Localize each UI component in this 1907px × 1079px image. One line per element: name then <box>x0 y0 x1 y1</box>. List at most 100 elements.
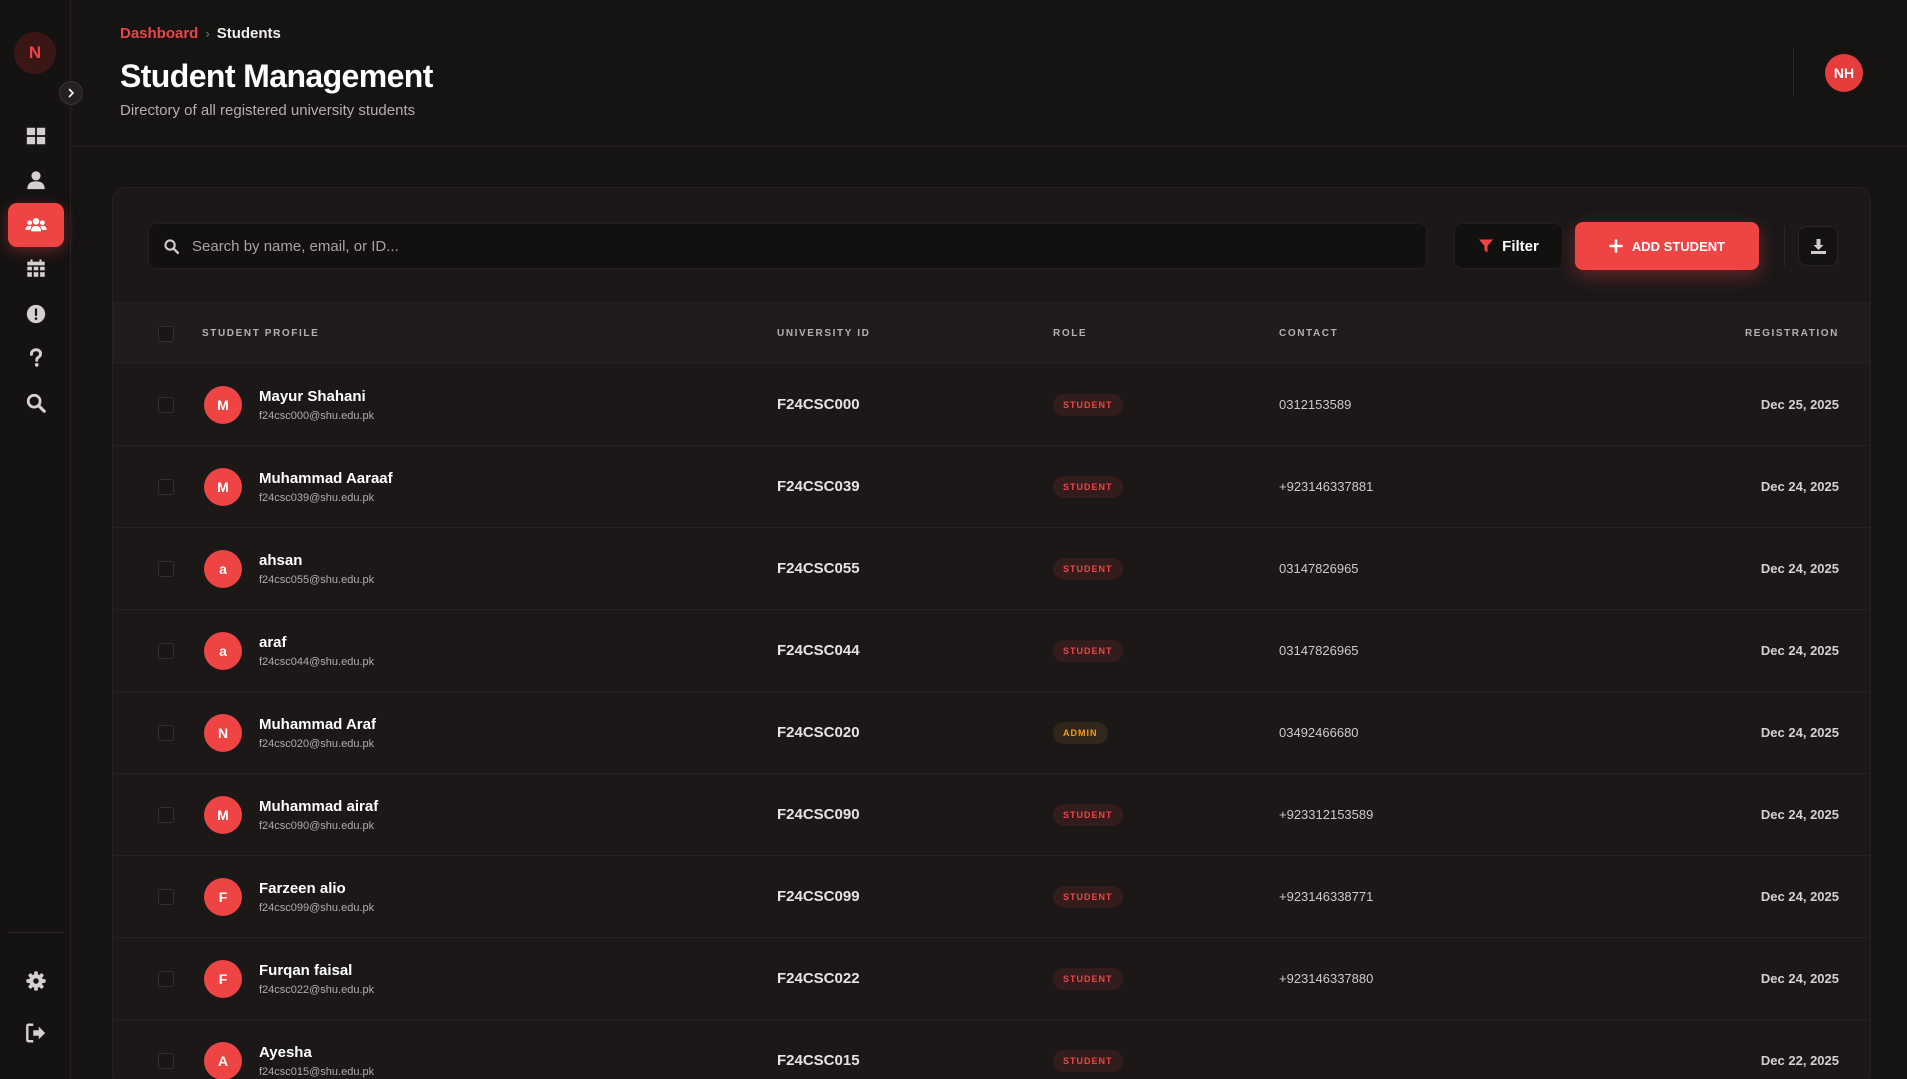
student-name[interactable]: Muhammad Aaraaf <box>259 470 393 487</box>
table-row[interactable]: a ahsan f24csc055@shu.edu.pk F24CSC055 S… <box>113 528 1870 610</box>
column-header-profile: STUDENT PROFILE <box>202 328 320 339</box>
student-name[interactable]: Furqan faisal <box>259 962 352 979</box>
header-divider <box>1793 47 1794 97</box>
contact: +923146338771 <box>1279 889 1374 904</box>
sidebar-divider <box>8 932 64 933</box>
download-button[interactable] <box>1798 226 1838 266</box>
registration-date: Dec 24, 2025 <box>1760 561 1839 576</box>
table-row[interactable]: F Farzeen alio f24csc099@shu.edu.pk F24C… <box>113 856 1870 938</box>
row-checkbox[interactable] <box>158 807 174 823</box>
row-checkbox[interactable] <box>158 725 174 741</box>
student-email: f24csc055@shu.edu.pk <box>259 574 375 586</box>
row-checkbox[interactable] <box>158 479 174 495</box>
filter-button[interactable]: Filter <box>1454 223 1563 269</box>
row-checkbox[interactable] <box>158 971 174 987</box>
dashboard-icon <box>26 127 46 145</box>
column-header-role: ROLE <box>1053 328 1088 339</box>
table-header: STUDENT PROFILE UNIVERSITY ID ROLE CONTA… <box>113 302 1870 364</box>
logout-icon <box>26 1023 46 1043</box>
student-name[interactable]: ahsan <box>259 552 302 569</box>
sidebar-item-logout[interactable] <box>8 1011 64 1055</box>
help-icon <box>29 348 43 367</box>
download-icon <box>1810 238 1826 254</box>
student-name[interactable]: Farzeen alio <box>259 880 346 897</box>
role-badge: STUDENT <box>1053 476 1123 498</box>
students-card: Filter ADD STUDENT STUDENT PROFILE UNIVE… <box>112 187 1871 1079</box>
contact: +923146337880 <box>1279 971 1374 986</box>
student-email: f24csc090@shu.edu.pk <box>259 820 375 832</box>
student-name[interactable]: Ayesha <box>259 1044 312 1061</box>
table-row[interactable]: M Mayur Shahani f24csc000@shu.edu.pk F24… <box>113 364 1870 446</box>
university-id: F24CSC055 <box>777 560 860 577</box>
sidebar-collapse-button[interactable] <box>59 81 83 105</box>
page-subtitle: Directory of all registered university s… <box>120 102 416 119</box>
row-checkbox[interactable] <box>158 1053 174 1069</box>
row-checkbox[interactable] <box>158 643 174 659</box>
chevron-right-icon <box>68 88 75 98</box>
avatar: M <box>204 796 242 834</box>
sidebar-item-profile[interactable] <box>8 158 64 202</box>
sidebar-item-alerts[interactable] <box>8 292 64 336</box>
row-checkbox[interactable] <box>158 889 174 905</box>
role-badge: STUDENT <box>1053 886 1123 908</box>
gear-icon <box>26 971 46 991</box>
student-email: f24csc039@shu.edu.pk <box>259 492 375 504</box>
add-student-button[interactable]: ADD STUDENT <box>1575 222 1759 270</box>
add-student-button-label: ADD STUDENT <box>1631 238 1726 254</box>
search-input[interactable] <box>192 237 1412 255</box>
app-logo[interactable]: N <box>14 32 56 74</box>
column-header-id: UNIVERSITY ID <box>777 328 871 339</box>
toolbar-divider <box>1784 226 1785 266</box>
student-email: f24csc020@shu.edu.pk <box>259 738 375 750</box>
student-name[interactable]: Mayur Shahani <box>259 388 366 405</box>
page-title: Student Management <box>120 58 433 94</box>
calendar-icon <box>27 259 45 277</box>
alert-icon <box>26 304 46 324</box>
avatar: A <box>204 1042 242 1079</box>
avatar: a <box>204 550 242 588</box>
user-avatar[interactable]: NH <box>1825 54 1863 92</box>
sidebar-item-calendar[interactable] <box>8 247 64 291</box>
registration-date: Dec 25, 2025 <box>1760 397 1839 412</box>
student-email: f24csc015@shu.edu.pk <box>259 1066 375 1078</box>
university-id: F24CSC039 <box>777 478 860 495</box>
student-email: f24csc000@shu.edu.pk <box>259 410 375 422</box>
student-name[interactable]: Muhammad Araf <box>259 716 376 733</box>
role-badge: STUDENT <box>1053 640 1123 662</box>
avatar: N <box>204 714 242 752</box>
row-checkbox[interactable] <box>158 397 174 413</box>
contact: 0312153589 <box>1279 397 1352 412</box>
sidebar-item-dashboard[interactable] <box>8 114 64 158</box>
select-all-checkbox[interactable] <box>158 326 174 342</box>
student-email: f24csc022@shu.edu.pk <box>259 984 375 996</box>
student-email: f24csc099@shu.edu.pk <box>259 902 375 914</box>
search-box[interactable] <box>148 223 1427 269</box>
table-row[interactable]: A Ayesha f24csc015@shu.edu.pk F24CSC015 … <box>113 1020 1870 1079</box>
contact: +923146337881 <box>1279 479 1374 494</box>
table-row[interactable]: N Muhammad Araf f24csc020@shu.edu.pk F24… <box>113 692 1870 774</box>
table-row[interactable]: M Muhammad Aaraaf f24csc039@shu.edu.pk F… <box>113 446 1870 528</box>
breadcrumb-current: Students <box>216 25 281 42</box>
sidebar: N <box>0 0 83 1079</box>
student-name[interactable]: araf <box>259 634 287 651</box>
registration-date: Dec 24, 2025 <box>1760 725 1839 740</box>
sidebar-item-settings[interactable] <box>8 959 64 1003</box>
student-name[interactable]: Muhammad airaf <box>259 798 378 815</box>
university-id: F24CSC044 <box>777 642 860 659</box>
university-id: F24CSC020 <box>777 724 860 741</box>
sidebar-item-search[interactable] <box>8 381 64 425</box>
table-row[interactable]: M Muhammad airaf f24csc090@shu.edu.pk F2… <box>113 774 1870 856</box>
avatar: M <box>204 468 242 506</box>
page-header: Dashboard › Students Student Management … <box>71 0 1907 147</box>
sidebar-item-help[interactable] <box>8 336 64 380</box>
search-icon <box>26 393 46 413</box>
sidebar-item-students[interactable] <box>8 203 64 247</box>
table-row[interactable]: F Furqan faisal f24csc022@shu.edu.pk F24… <box>113 938 1870 1020</box>
registration-date: Dec 24, 2025 <box>1760 807 1839 822</box>
breadcrumb-dashboard-link[interactable]: Dashboard <box>120 25 198 42</box>
table-row[interactable]: a araf f24csc044@shu.edu.pk F24CSC044 ST… <box>113 610 1870 692</box>
role-badge: STUDENT <box>1053 804 1123 826</box>
university-id: F24CSC099 <box>777 888 860 905</box>
row-checkbox[interactable] <box>158 561 174 577</box>
breadcrumb: Dashboard › Students <box>120 25 281 42</box>
